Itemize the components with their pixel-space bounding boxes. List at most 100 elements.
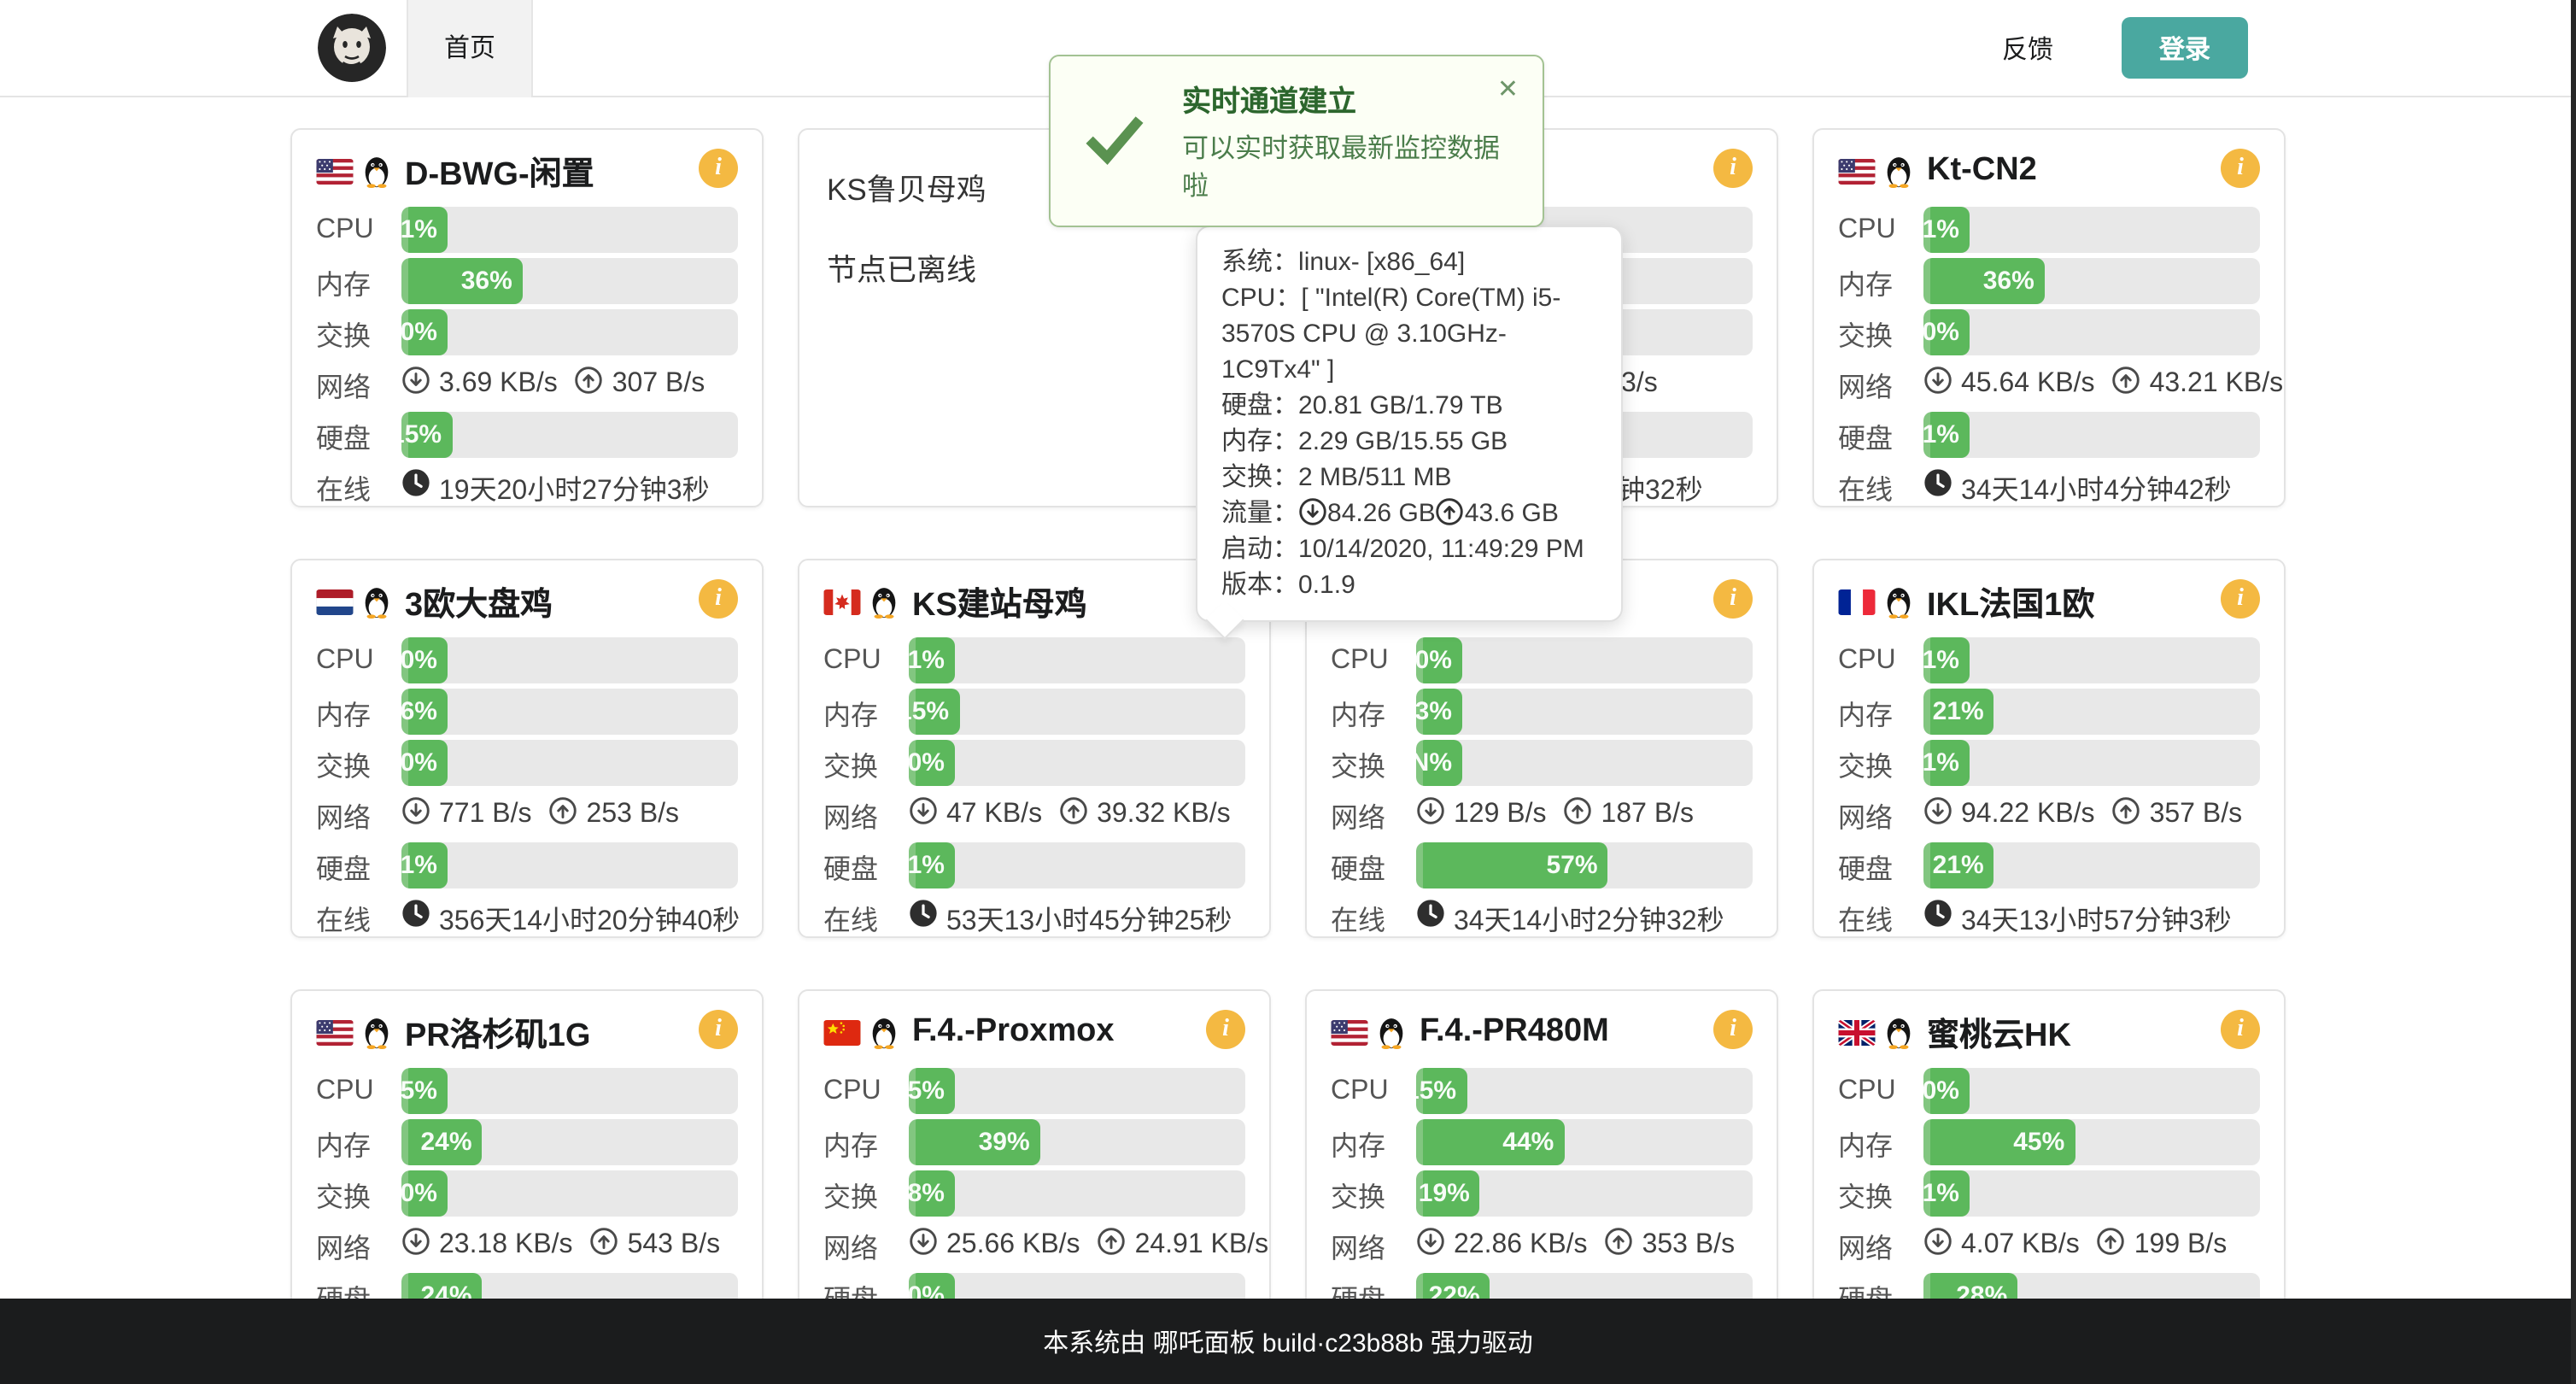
info-icon[interactable]: i xyxy=(2221,149,2260,188)
swap-usage-bar-row: 交换0% xyxy=(316,309,738,355)
clock-icon xyxy=(1923,898,1952,935)
upload-arrow-icon xyxy=(2112,365,2141,402)
server-card-header: IKL法国1欧 i xyxy=(1838,581,2260,622)
info-icon[interactable]: i xyxy=(699,1010,738,1049)
row-label: 在线 xyxy=(823,896,909,937)
tooltip-row-value: linux- [x86_64] xyxy=(1298,248,1465,277)
uptime-text: 34天14小时2分钟32秒 xyxy=(1454,896,1724,937)
country-flag-icon xyxy=(1838,589,1876,614)
row-label: 在线 xyxy=(316,896,401,937)
swap-usage-bar-fill: N% xyxy=(1416,740,1462,786)
usage-percent-label: 15% xyxy=(1416,1076,1467,1105)
linux-penguin-icon xyxy=(1377,1015,1406,1049)
memory-usage-bar: 24% xyxy=(401,1119,738,1165)
row-label: 交换 xyxy=(823,742,909,783)
memory-usage-bar-fill: 3% xyxy=(1416,689,1462,735)
usage-percent-label: 24% xyxy=(420,1128,482,1157)
clock-icon xyxy=(909,898,938,935)
upload-arrow-icon xyxy=(1564,795,1593,833)
download-speed: 3.69 KB/s xyxy=(439,368,558,399)
tab-home[interactable]: 首页 xyxy=(407,0,533,97)
download-arrow-icon xyxy=(1416,1226,1445,1264)
page: 首页 反馈 登录 D-BWG-闲置iCPU1%内存36%交换0%网络3.69 K… xyxy=(0,0,2576,1384)
disk-usage-bar-fill: 1% xyxy=(401,842,448,888)
row-label: 网络 xyxy=(316,794,401,835)
usage-percent-label: 0% xyxy=(909,748,955,777)
swap-usage-bar-fill: 8% xyxy=(909,1170,955,1217)
cpu-usage-bar-row: CPU1% xyxy=(316,207,738,253)
network-value: 47 KB/s39.32 KB/s xyxy=(909,795,1248,833)
tooltip-row: 系统：linux- [x86_64] xyxy=(1221,244,1597,280)
network-row: 网络47 KB/s39.32 KB/s xyxy=(823,791,1245,837)
download-speed: 94.22 KB/s xyxy=(1961,799,2095,830)
memory-usage-bar: 36% xyxy=(1923,258,2260,304)
login-button[interactable]: 登录 xyxy=(2122,17,2248,79)
site-logo-avatar[interactable] xyxy=(318,14,386,82)
memory-usage-bar-row: 内存36% xyxy=(1838,258,2260,304)
disk-usage-bar: 15% xyxy=(401,412,738,458)
clock-icon xyxy=(1416,898,1445,935)
row-label: CPU xyxy=(1331,645,1416,676)
cpu-usage-bar-row: CPU0% xyxy=(316,637,738,683)
country-flag-icon xyxy=(1838,158,1876,184)
row-label: 网络 xyxy=(1331,794,1416,835)
server-card-header: F.4.-Proxmoxi xyxy=(823,1012,1245,1053)
memory-usage-bar: 3% xyxy=(1416,689,1753,735)
memory-usage-bar: 39% xyxy=(909,1119,1245,1165)
disk-usage-bar-fill: 57% xyxy=(1416,842,1608,888)
swap-usage-bar-row: 交换N% xyxy=(1331,740,1753,786)
uptime-row: 在线34天14小时4分钟42秒 xyxy=(1838,463,2260,509)
tooltip-row: 启动：10/14/2020, 11:49:29 PM xyxy=(1221,531,1597,567)
row-label: 交换 xyxy=(1838,1173,1923,1214)
row-label: 硬盘 xyxy=(1838,414,1923,455)
swap-usage-bar: 0% xyxy=(401,309,738,355)
info-icon[interactable]: i xyxy=(699,579,738,619)
disk-usage-bar-row: 硬盘57% xyxy=(1331,842,1753,888)
info-icon[interactable]: i xyxy=(1206,1010,1245,1049)
row-label: 交换 xyxy=(316,742,401,783)
row-label: 硬盘 xyxy=(1838,845,1923,886)
download-arrow-icon xyxy=(401,1226,430,1264)
swap-usage-bar-row: 交换0% xyxy=(823,740,1245,786)
info-icon[interactable]: i xyxy=(1713,579,1753,619)
download-arrow-icon xyxy=(401,365,430,402)
memory-usage-bar-fill: 15% xyxy=(909,689,959,735)
info-icon[interactable]: i xyxy=(1713,149,1753,188)
row-label: 交换 xyxy=(1331,1173,1416,1214)
network-value: 4.07 KB/s199 B/s xyxy=(1923,1226,2260,1264)
swap-usage-bar-fill: 0% xyxy=(1923,309,1970,355)
usage-percent-label: 45% xyxy=(2013,1128,2075,1157)
tooltip-row-value: 20.81 GB/1.79 TB xyxy=(1298,391,1503,420)
server-name: IKL法国1欧 xyxy=(1927,578,2094,625)
cpu-usage-bar: 0% xyxy=(1416,637,1753,683)
usage-percent-label: N% xyxy=(1416,748,1462,777)
upload-arrow-icon xyxy=(1098,1226,1127,1264)
row-label: 内存 xyxy=(1331,691,1416,732)
disk-usage-bar: 21% xyxy=(1923,842,2260,888)
tooltip-row-value: 2.29 GB/15.55 GB xyxy=(1298,427,1508,456)
row-label: 内存 xyxy=(1838,1122,1923,1163)
info-icon[interactable]: i xyxy=(2221,579,2260,619)
row-label: 内存 xyxy=(1838,691,1923,732)
info-icon[interactable]: i xyxy=(699,149,738,188)
swap-usage-bar-fill: 0% xyxy=(401,740,448,786)
usage-percent-label: 1% xyxy=(909,851,955,880)
country-flag-icon xyxy=(316,589,354,614)
server-card: Kt-CN2iCPU1%内存36%交换0%网络45.64 KB/s43.21 K… xyxy=(1812,128,2286,507)
upload-arrow-icon xyxy=(590,1226,619,1264)
feedback-link[interactable]: 反馈 xyxy=(2002,30,2053,66)
close-icon[interactable]: ✕ xyxy=(1497,77,1519,103)
check-icon xyxy=(1085,110,1145,170)
memory-usage-bar-row: 内存44% xyxy=(1331,1119,1753,1165)
network-value: 25.66 KB/s24.91 KB/s xyxy=(909,1226,1285,1264)
usage-percent-label: 0% xyxy=(1923,318,1970,347)
row-label: 网络 xyxy=(316,363,401,404)
network-value: 22.86 KB/s353 B/s xyxy=(1416,1226,1753,1264)
info-icon[interactable]: i xyxy=(1713,1010,1753,1049)
window-edge-scrollbar[interactable] xyxy=(2571,0,2576,1384)
info-icon[interactable]: i xyxy=(2221,1010,2260,1049)
upload-speed: 307 B/s xyxy=(612,368,705,399)
linux-penguin-icon xyxy=(362,154,391,188)
usage-percent-label: 5% xyxy=(401,1076,448,1105)
download-speed: 47 KB/s xyxy=(946,799,1042,830)
